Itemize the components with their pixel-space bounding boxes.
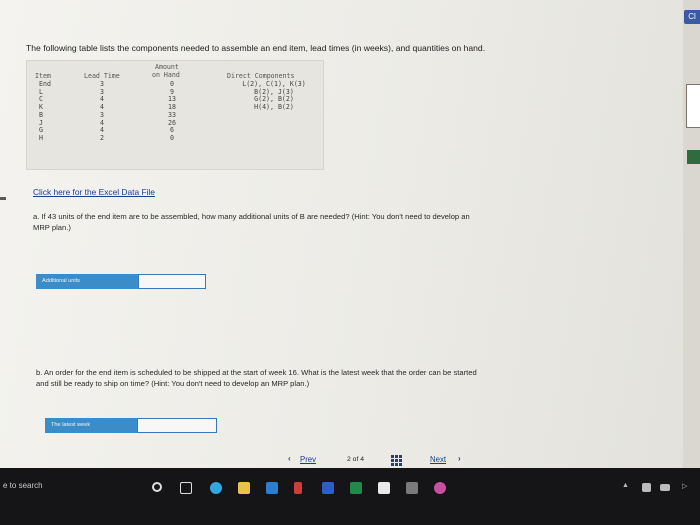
tray-up-icon[interactable]: ▲ xyxy=(622,482,629,489)
answer-b-label: The latest week xyxy=(45,418,137,433)
volume-icon[interactable]: ▷ xyxy=(682,482,687,490)
store-icon[interactable] xyxy=(266,482,278,494)
edge-browser-icon[interactable] xyxy=(210,482,222,494)
page-grid-icon[interactable] xyxy=(391,455,402,466)
header-item: Item xyxy=(35,72,51,80)
answer-a-label: Additional units xyxy=(36,274,138,289)
excel-icon[interactable] xyxy=(350,482,362,494)
components-table: Item Lead Time Amount on Hand Direct Com… xyxy=(26,60,324,170)
word-icon[interactable] xyxy=(322,482,334,494)
battery-icon[interactable] xyxy=(660,484,670,491)
adjacent-window-edge xyxy=(683,0,700,468)
intro-text: The following table lists the components… xyxy=(26,43,486,53)
app-icon-red[interactable] xyxy=(294,482,302,494)
question-a: a. If 43 units of the end item are to be… xyxy=(33,212,470,233)
row-amount: 0 xyxy=(170,133,174,142)
row-item: H xyxy=(39,133,43,142)
browser-viewport: Cl The following table lists the compone… xyxy=(0,0,700,468)
app-icon-gray[interactable] xyxy=(406,482,418,494)
taskbar: e to search ▲ ▷ xyxy=(0,468,700,525)
row-components: H(4), B(2) xyxy=(254,103,294,112)
question-b-line1: b. An order for the end item is schedule… xyxy=(36,368,477,377)
edge-chip: Cl xyxy=(684,10,700,24)
question-b: b. An order for the end item is schedule… xyxy=(36,368,477,389)
app-icon-white[interactable] xyxy=(378,482,390,494)
edge-indicator xyxy=(687,150,700,164)
excel-data-link[interactable]: Click here for the Excel Data File xyxy=(33,187,155,197)
cortana-icon[interactable] xyxy=(152,482,162,492)
question-a-line2: MRP plan.) xyxy=(33,222,71,232)
question-b-line2: and still be ready to ship on time? (Hin… xyxy=(36,378,310,388)
next-arrow-icon[interactable]: › xyxy=(458,454,461,463)
answer-a-row: Additional units xyxy=(36,274,206,289)
page-status: 2 of 4 xyxy=(347,456,365,463)
row-lead-time: 2 xyxy=(100,133,104,142)
prev-arrow-icon[interactable]: ‹ xyxy=(288,454,291,463)
header-amount-line2: on Hand xyxy=(152,71,180,79)
answer-a-input[interactable] xyxy=(138,274,206,289)
answer-b-row: The latest week xyxy=(45,418,217,433)
next-button[interactable]: Next xyxy=(430,455,446,464)
taskbar-search[interactable]: e to search xyxy=(3,481,43,490)
edge-panel xyxy=(686,84,700,128)
prev-button[interactable]: Prev xyxy=(300,455,316,464)
header-amount-line1: Amount xyxy=(155,63,179,71)
left-edge-marker xyxy=(0,197,6,200)
header-components: Direct Components xyxy=(227,72,295,80)
answer-b-input[interactable] xyxy=(137,418,217,433)
chrome-icon[interactable] xyxy=(434,482,446,494)
question-a-line1: a. If 43 units of the end item are to be… xyxy=(33,212,470,221)
task-view-icon[interactable] xyxy=(180,482,192,494)
header-lead-time: Lead Time xyxy=(84,72,120,80)
network-icon[interactable] xyxy=(642,483,651,492)
file-explorer-icon[interactable] xyxy=(238,482,250,494)
